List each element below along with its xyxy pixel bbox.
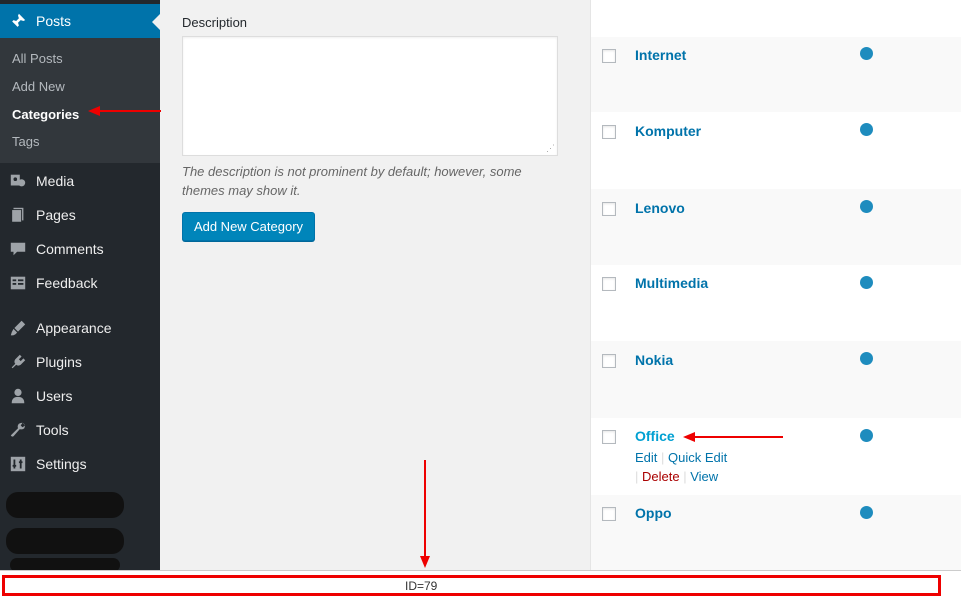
delete-link[interactable]: Delete bbox=[642, 469, 680, 484]
menu-comments-label: Comments bbox=[36, 241, 104, 257]
menu-users-label: Users bbox=[36, 388, 73, 404]
row-checkbox[interactable] bbox=[602, 202, 616, 216]
menu-pages[interactable]: Pages bbox=[0, 198, 160, 232]
category-name-link[interactable]: Multimedia bbox=[635, 275, 708, 291]
annotation-arrow-line bbox=[100, 110, 161, 112]
menu-settings[interactable]: Settings bbox=[0, 447, 160, 481]
description-label: Description bbox=[182, 15, 248, 30]
annotation-highlight-box bbox=[2, 575, 941, 596]
category-name-link[interactable]: Internet bbox=[635, 47, 686, 63]
annotation-arrow-line bbox=[424, 460, 426, 560]
menu-feedback[interactable]: Feedback bbox=[0, 266, 160, 300]
annotation-arrowhead bbox=[420, 556, 430, 568]
row-checkbox[interactable] bbox=[602, 430, 616, 444]
users-icon bbox=[0, 387, 36, 405]
row-checkbox[interactable] bbox=[602, 125, 616, 139]
category-name-link[interactable]: Komputer bbox=[635, 123, 701, 139]
status-dot-icon bbox=[860, 276, 873, 289]
table-row: Internet bbox=[591, 37, 961, 112]
menu-feedback-label: Feedback bbox=[36, 275, 98, 291]
table-row: Komputer bbox=[591, 112, 961, 189]
status-dot-icon bbox=[860, 506, 873, 519]
menu-plugins-label: Plugins bbox=[36, 354, 82, 370]
submenu-tags[interactable]: Tags bbox=[12, 134, 39, 149]
redacted-menu-item bbox=[6, 528, 124, 554]
annotation-arrow-line bbox=[695, 436, 783, 438]
menu-tools-label: Tools bbox=[36, 422, 69, 438]
menu-posts-label: Posts bbox=[36, 13, 72, 29]
table-row: Oppo bbox=[591, 495, 961, 570]
pushpin-icon bbox=[0, 12, 36, 30]
table-row: Nokia bbox=[591, 341, 961, 418]
description-help-text: The description is not prominent by defa… bbox=[182, 164, 522, 198]
add-category-form: Description ⋰ The description is not pro… bbox=[160, 0, 590, 570]
category-name-link[interactable]: Oppo bbox=[635, 505, 672, 521]
action-separator: | bbox=[683, 469, 687, 484]
plugin-icon bbox=[0, 353, 36, 371]
description-textarea[interactable]: ⋰ bbox=[182, 36, 558, 156]
quick-edit-link[interactable]: Quick Edit bbox=[668, 450, 727, 465]
annotation-arrowhead bbox=[88, 106, 100, 116]
view-link[interactable]: View bbox=[690, 469, 718, 484]
comments-icon bbox=[0, 240, 36, 258]
admin-sidebar: Posts All Posts Add New Categories Tags … bbox=[0, 0, 160, 598]
menu-appearance-label: Appearance bbox=[36, 320, 112, 336]
status-dot-icon bbox=[860, 352, 873, 365]
resize-handle-icon[interactable]: ⋰ bbox=[546, 143, 555, 154]
table-row: Lenovo bbox=[591, 189, 961, 265]
settings-icon bbox=[0, 455, 36, 473]
wrench-icon bbox=[0, 421, 36, 439]
submenu-all-posts[interactable]: All Posts bbox=[12, 51, 63, 66]
status-dot-icon bbox=[860, 429, 873, 442]
media-icon bbox=[0, 172, 36, 190]
add-new-category-button[interactable]: Add New Category bbox=[182, 212, 315, 241]
category-name-link[interactable]: Office bbox=[635, 428, 675, 444]
table-row: Multimedia bbox=[591, 265, 961, 341]
menu-media[interactable]: Media bbox=[0, 164, 160, 198]
row-checkbox[interactable] bbox=[602, 354, 616, 368]
edit-link[interactable]: Edit bbox=[635, 450, 657, 465]
menu-media-label: Media bbox=[36, 173, 75, 189]
submenu-add-new[interactable]: Add New bbox=[12, 79, 65, 94]
status-dot-icon bbox=[860, 47, 873, 60]
category-name-link[interactable]: Lenovo bbox=[635, 200, 685, 216]
row-checkbox[interactable] bbox=[602, 507, 616, 521]
menu-posts[interactable]: Posts bbox=[0, 4, 160, 38]
annotation-arrowhead bbox=[683, 432, 695, 442]
table-top-row bbox=[591, 0, 961, 37]
menu-tools[interactable]: Tools bbox=[0, 413, 160, 447]
brush-icon bbox=[0, 319, 36, 337]
action-separator: | bbox=[661, 450, 665, 465]
redacted-menu-item bbox=[6, 492, 124, 518]
action-separator: | bbox=[635, 469, 639, 484]
submenu-categories[interactable]: Categories bbox=[12, 107, 79, 122]
posts-submenu: All Posts Add New Categories Tags bbox=[0, 38, 160, 163]
categories-table: Internet Komputer Lenovo Multimedia Noki… bbox=[590, 0, 961, 570]
category-name-link[interactable]: Nokia bbox=[635, 352, 673, 368]
feedback-icon bbox=[0, 274, 36, 292]
menu-plugins[interactable]: Plugins bbox=[0, 345, 160, 379]
row-actions: Edit | Quick Edit bbox=[635, 450, 727, 465]
status-dot-icon bbox=[860, 123, 873, 136]
menu-pages-label: Pages bbox=[36, 207, 76, 223]
row-actions: | Delete | View bbox=[635, 469, 718, 484]
menu-appearance[interactable]: Appearance bbox=[0, 311, 160, 345]
menu-settings-label: Settings bbox=[36, 456, 87, 472]
pages-icon bbox=[0, 206, 36, 224]
row-checkbox[interactable] bbox=[602, 277, 616, 291]
menu-users[interactable]: Users bbox=[0, 379, 160, 413]
menu-comments[interactable]: Comments bbox=[0, 232, 160, 266]
status-dot-icon bbox=[860, 200, 873, 213]
row-checkbox[interactable] bbox=[602, 49, 616, 63]
table-row: Office Edit | Quick Edit | Delete | View bbox=[591, 418, 961, 495]
